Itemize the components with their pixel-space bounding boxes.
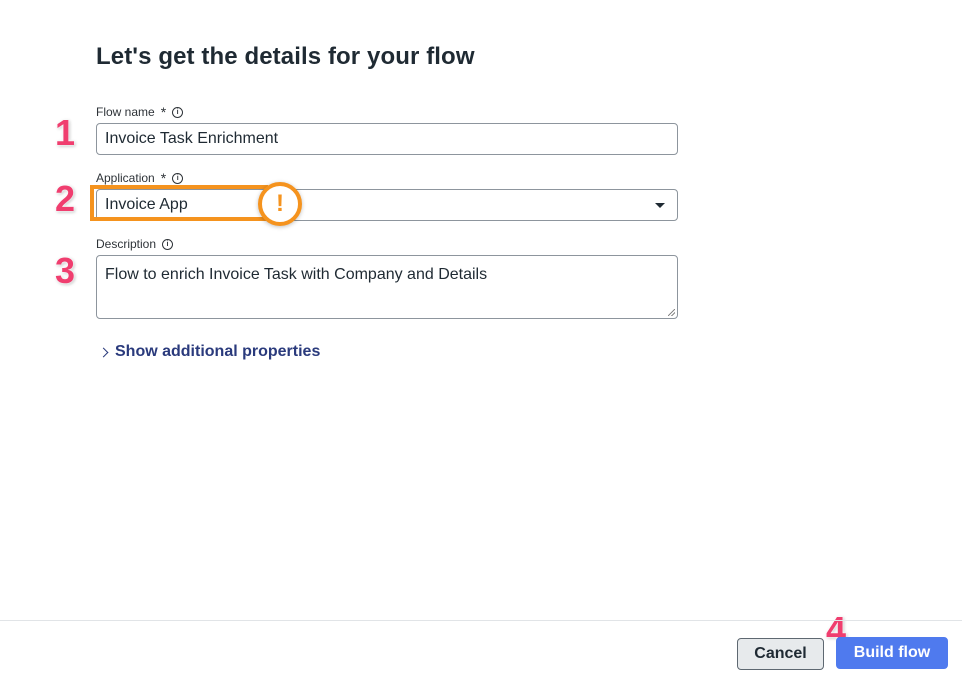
description-label-text: Description [96,237,157,251]
flow-name-label-text: Flow name [96,105,155,119]
footer-divider [0,620,962,621]
application-label-text: Application [96,171,155,185]
description-label: Description i [96,237,174,251]
page-title: Let's get the details for your flow [96,43,475,70]
description-value: Flow to enrich Invoice Task with Company… [105,266,488,283]
show-additional-properties-label: Show additional properties [115,343,321,360]
step-number-3: 3 [55,250,76,291]
description-textarea[interactable]: Flow to enrich Invoice Task with Company… [96,255,678,319]
caret-down-icon [655,202,665,208]
flow-name-input[interactable]: Invoice Task Enrichment [96,123,678,155]
required-asterisk-icon: * [160,104,167,120]
alert-icon: ! [258,182,302,226]
show-additional-properties-link[interactable]: Show additional properties [98,343,321,361]
required-asterisk-icon: * [160,170,167,186]
info-icon[interactable]: i [162,238,174,250]
resize-handle-icon[interactable] [668,309,675,316]
step-number-2: 2 [55,178,76,219]
info-icon[interactable]: i [172,106,184,118]
application-value: Invoice App [105,196,188,213]
application-label: Application * i [96,170,184,186]
flow-name-value: Invoice Task Enrichment [105,130,279,147]
step-number-1: 1 [55,112,76,153]
build-flow-button[interactable]: Build flow [836,637,948,669]
chevron-right-icon [98,347,109,357]
info-icon[interactable]: i [172,172,184,184]
application-select[interactable]: Invoice App [96,189,678,221]
cancel-button[interactable]: Cancel [737,638,824,670]
flow-name-label: Flow name * i [96,104,184,120]
